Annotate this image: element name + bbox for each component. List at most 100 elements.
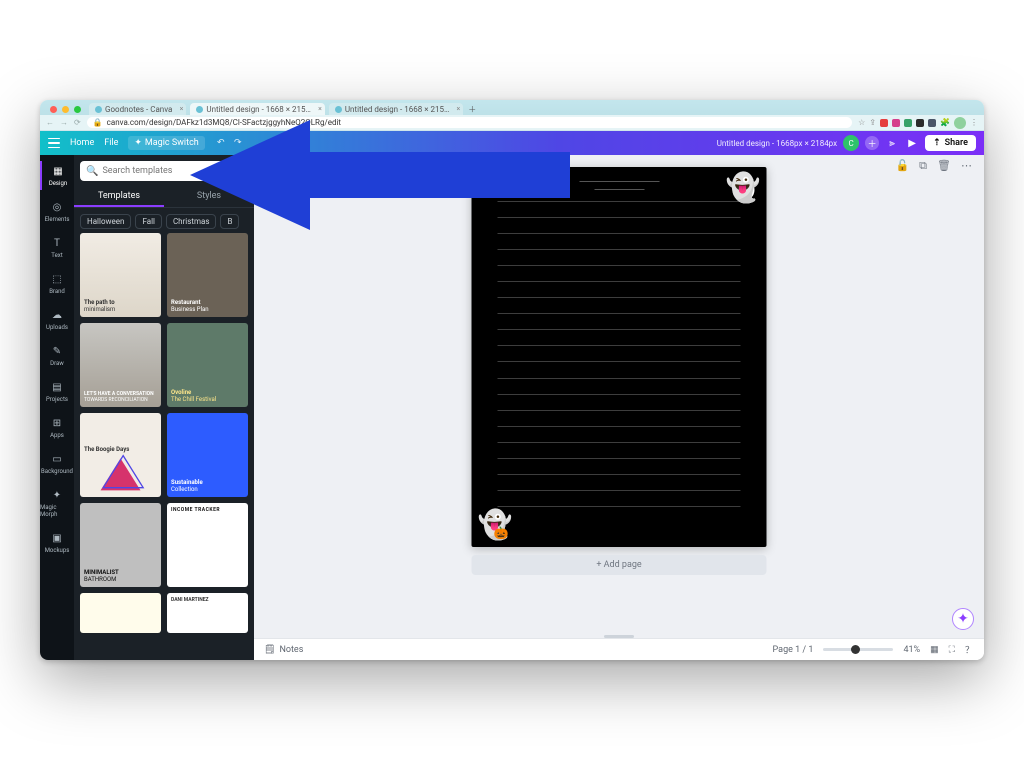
chip[interactable]: Fall bbox=[135, 214, 162, 229]
thumb-text: Restaurant bbox=[171, 299, 244, 306]
forward-icon[interactable]: → bbox=[60, 118, 68, 127]
rail-brand[interactable]: ⬚Brand bbox=[40, 269, 74, 298]
lock-icon[interactable]: 🔓 bbox=[895, 159, 909, 173]
share-icon[interactable]: ⇪ bbox=[869, 118, 876, 127]
rail-magic-morph[interactable]: ✦Magic Morph bbox=[40, 485, 74, 521]
extension-icons: ☆ ⇪ 🧩 ⋮ bbox=[858, 117, 978, 129]
tab-styles[interactable]: Styles bbox=[164, 187, 254, 207]
page-indicator[interactable]: Page 1 / 1 bbox=[773, 645, 814, 655]
minimize-window[interactable] bbox=[62, 106, 69, 113]
favicon-icon bbox=[196, 106, 203, 113]
document-title[interactable]: Untitled design - 1668px × 2184px bbox=[717, 139, 837, 148]
more-icon[interactable]: ⋯ bbox=[961, 159, 972, 173]
close-icon[interactable]: × bbox=[318, 105, 322, 113]
notes-button[interactable]: 🗒 Notes bbox=[264, 645, 303, 655]
extension-icon[interactable] bbox=[880, 119, 888, 127]
share-button[interactable]: ⇡ Share bbox=[925, 135, 976, 151]
extension-icon[interactable] bbox=[904, 119, 912, 127]
url-input[interactable]: 🔒 canva.com/design/DAFkz1d3MQ8/Cl-SFactz… bbox=[87, 117, 852, 128]
undo-icon[interactable]: ↶ bbox=[215, 137, 227, 149]
file-menu[interactable]: File bbox=[104, 138, 118, 148]
extensions-menu-icon[interactable]: 🧩 bbox=[940, 118, 950, 127]
design-page[interactable]: ⟲ 👻 👻🎃 bbox=[472, 167, 767, 547]
add-collaborator-button[interactable]: ＋ bbox=[865, 136, 879, 150]
search-field[interactable] bbox=[102, 166, 242, 176]
close-window[interactable] bbox=[50, 106, 57, 113]
chip[interactable]: B bbox=[220, 214, 239, 229]
close-icon[interactable]: × bbox=[457, 105, 461, 113]
home-button[interactable]: Home bbox=[70, 138, 94, 148]
redo-icon[interactable]: ↷ bbox=[232, 137, 244, 149]
maximize-window[interactable] bbox=[74, 106, 81, 113]
template-thumb[interactable]: The path tominimalism bbox=[80, 233, 161, 317]
draw-icon: ✎ bbox=[50, 344, 64, 358]
template-thumb[interactable]: LET'S HAVE A CONVERSATIONTOWARDS RECONCI… bbox=[80, 323, 161, 407]
rail-mockups[interactable]: ▣Mockups bbox=[40, 528, 74, 557]
star-icon[interactable]: ☆ bbox=[858, 118, 865, 127]
share-label: Share bbox=[945, 138, 968, 148]
present-icon[interactable]: ▶ bbox=[905, 136, 919, 150]
browser-tab[interactable]: Goodnotes - Canva × bbox=[89, 103, 186, 115]
avatar[interactable]: C bbox=[843, 135, 859, 151]
template-thumb[interactable]: RestaurantBusiness Plan bbox=[167, 233, 248, 317]
window-controls[interactable] bbox=[46, 106, 85, 115]
extension-icon[interactable] bbox=[892, 119, 900, 127]
template-thumb[interactable]: SustainableCollection bbox=[167, 413, 248, 497]
template-thumb[interactable]: INCOME TRACKER bbox=[167, 503, 248, 587]
brand-icon: ⬚ bbox=[50, 272, 64, 286]
tab-label: Untitled design - 1668 × 215… bbox=[345, 105, 449, 114]
rail-apps[interactable]: ⊞Apps bbox=[40, 413, 74, 442]
magic-switch-button[interactable]: ✦ Magic Switch bbox=[128, 136, 204, 150]
template-thumb[interactable]: The Boogie Days bbox=[80, 413, 161, 497]
rail-elements[interactable]: ◎Elements bbox=[40, 197, 74, 226]
rail-design[interactable]: ▦Design bbox=[40, 161, 74, 190]
canvas-area[interactable]: 🔓 ⧉ 🗑 ⋯ ⟲ 👻 👻🎃 + Add page ✦ bbox=[254, 155, 984, 660]
duplicate-icon[interactable]: ⧉ bbox=[919, 159, 927, 173]
reload-icon[interactable]: ⟳ bbox=[74, 118, 81, 127]
template-thumb[interactable]: DANI MARTINEZ bbox=[167, 593, 248, 633]
help-fab[interactable]: ✦ bbox=[952, 608, 974, 630]
analytics-icon[interactable]: ⫸ bbox=[885, 136, 899, 150]
page-context-bar: 🔓 ⧉ 🗑 ⋯ bbox=[895, 159, 972, 173]
elements-icon: ◎ bbox=[50, 200, 64, 214]
zoom-percent[interactable]: 41% bbox=[903, 645, 920, 655]
ghost-sticker[interactable]: 👻 bbox=[726, 171, 761, 204]
chip[interactable]: Christmas bbox=[166, 214, 217, 229]
zoom-slider[interactable] bbox=[823, 648, 893, 651]
help-icon[interactable]: ？ bbox=[965, 643, 974, 656]
close-icon[interactable]: × bbox=[180, 105, 184, 113]
ghost-with-pumpkin-sticker[interactable]: 👻🎃 bbox=[478, 508, 513, 541]
tab-templates[interactable]: Templates bbox=[74, 187, 164, 207]
design-icon: ▦ bbox=[51, 164, 65, 178]
rail-projects[interactable]: ▤Projects bbox=[40, 377, 74, 406]
fullscreen-icon[interactable]: ⛶ bbox=[949, 645, 955, 655]
thumb-text: The path to bbox=[84, 299, 157, 306]
profile-avatar[interactable] bbox=[954, 117, 966, 129]
thumb-text: Sustainable bbox=[171, 479, 244, 486]
search-templates-input[interactable]: 🔍 bbox=[80, 161, 248, 181]
rail-uploads[interactable]: ☁Uploads bbox=[40, 305, 74, 334]
menu-icon[interactable]: ⋮ bbox=[970, 118, 978, 127]
zoom-knob[interactable] bbox=[851, 645, 860, 654]
delete-icon[interactable]: 🗑 bbox=[937, 159, 951, 173]
extension-icon[interactable] bbox=[916, 119, 924, 127]
browser-tab[interactable]: Untitled design - 1668 × 215… × bbox=[329, 103, 463, 115]
new-tab-button[interactable]: ＋ bbox=[467, 104, 477, 115]
rail-draw[interactable]: ✎Draw bbox=[40, 341, 74, 370]
browser-tab[interactable]: Untitled design - 1668 × 215… × bbox=[190, 103, 324, 115]
template-thumb[interactable]: OvolineThe Chill Festival bbox=[167, 323, 248, 407]
menu-button[interactable] bbox=[48, 138, 60, 148]
extension-icon[interactable] bbox=[928, 119, 936, 127]
back-icon[interactable]: ← bbox=[46, 118, 54, 127]
apps-icon: ⊞ bbox=[50, 416, 64, 430]
projects-icon: ▤ bbox=[50, 380, 64, 394]
panel-handle[interactable] bbox=[604, 635, 634, 638]
chip[interactable]: Halloween bbox=[80, 214, 131, 229]
template-thumb[interactable] bbox=[80, 593, 161, 633]
rail-background[interactable]: ▭Background bbox=[40, 449, 74, 478]
rail-label: Uploads bbox=[46, 324, 68, 331]
add-page-button[interactable]: + Add page bbox=[472, 555, 767, 575]
template-thumb[interactable]: MINIMALISTBATHROOM bbox=[80, 503, 161, 587]
rail-text[interactable]: TText bbox=[40, 233, 74, 262]
grid-view-icon[interactable]: ▦ bbox=[930, 645, 939, 655]
